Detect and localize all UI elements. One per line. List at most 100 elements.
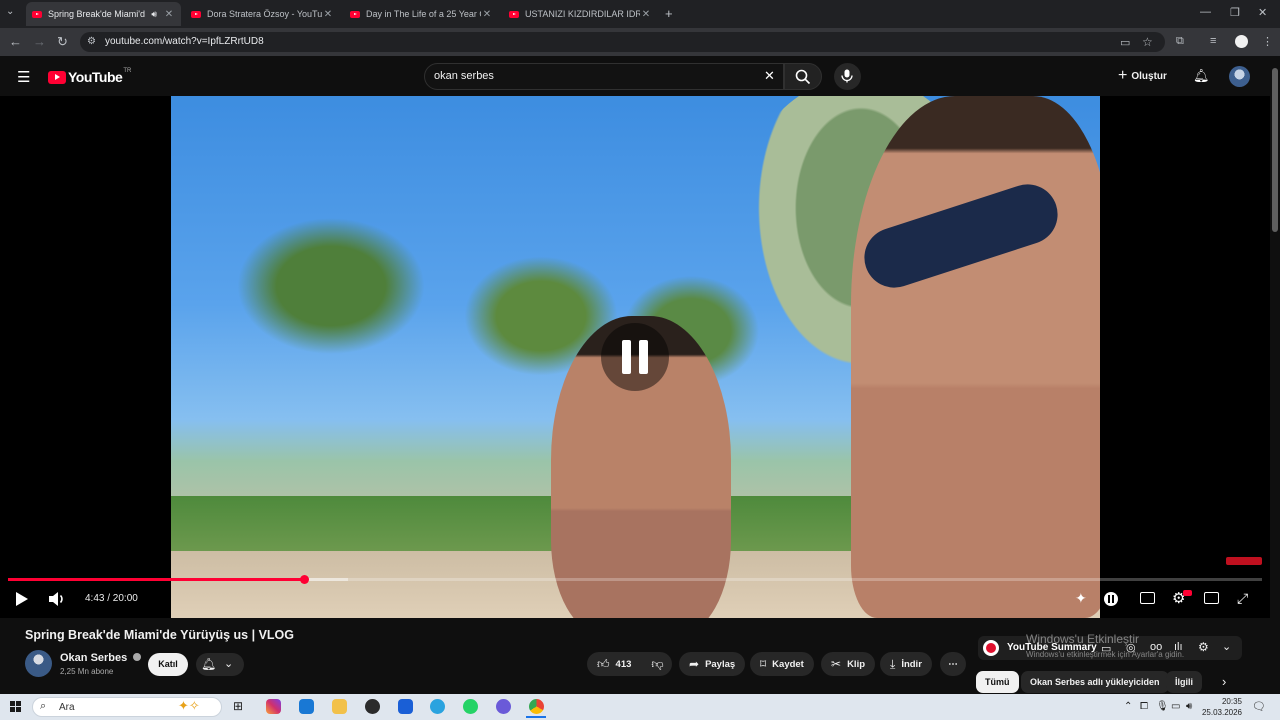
telegram-icon[interactable] [430,699,445,714]
taskbar-clock[interactable]: 20:35 25.03.2026 [1200,696,1242,718]
sparkle-decoration-icon: ✦✧ [178,698,200,713]
tab-3[interactable]: Day in The Life of a 25 Year Old ✕ [344,4,499,24]
hamburger-menu-icon[interactable]: ☰ [17,68,30,86]
restore-icon[interactable]: ❐ [1230,6,1240,19]
voice-search-button[interactable] [834,63,861,90]
ai-sparkle-icon[interactable]: ✦ [1075,590,1087,607]
youtube-favicon-icon [32,10,42,18]
window-close-icon[interactable]: ✕ [1258,6,1267,19]
chrome-icon[interactable] [529,699,544,714]
palm-tree [221,206,441,366]
channel-watermark [1226,557,1262,565]
progress-played [8,578,304,581]
close-icon[interactable]: ✕ [640,9,652,20]
youtube-logo[interactable]: YouTube TR [48,68,131,85]
minimize-icon[interactable]: — [1200,6,1211,18]
channel-avatar[interactable] [25,650,52,677]
summary-settings-icon[interactable]: ⚙ [1198,640,1209,654]
clip-button[interactable]: ✂ Klip [821,652,876,676]
download-button[interactable]: ⤓ İndir [880,652,932,676]
tray-chevron-up-icon[interactable]: ⌃ [1124,701,1132,712]
task-view-icon[interactable]: ⊞ [233,699,248,714]
like-count[interactable]: 413 [616,659,632,670]
instagram-icon[interactable] [266,699,281,714]
video-icon[interactable]: ▭ [1101,642,1111,655]
autoplay-toggle[interactable] [1104,592,1118,606]
new-tab-icon[interactable]: + [665,6,673,21]
volume-button[interactable] [48,591,66,612]
search-input[interactable]: okan serbes [434,70,494,82]
volume-icon [49,592,63,606]
whatsapp-icon[interactable] [463,699,478,714]
account-avatar[interactable] [1229,66,1250,87]
subscriber-count: 2,25 Mn abone [60,667,114,676]
download-icon: ⤓ [890,656,896,671]
app-icon[interactable] [365,699,380,714]
scrollbar-thumb[interactable] [1272,68,1278,232]
media-controls-icon[interactable]: ≡ [1210,35,1216,47]
extensions-icon[interactable]: ⧉ [1176,35,1184,48]
like-dislike-group: 👍︎ 413 👎︎ [587,652,672,676]
youtube-favicon-icon [191,10,201,18]
notifications-bell-icon[interactable]: 🔔︎ [1193,68,1210,84]
chevron-down-icon[interactable]: ⌄ [1222,640,1231,653]
video-title: Spring Break'de Miami'de Yürüyüş us | VL… [25,628,295,642]
back-icon[interactable]: ← [9,34,22,49]
globe-icon[interactable]: ◎ [1126,641,1136,654]
chevron-right-icon[interactable]: › [1222,674,1226,689]
audio-icon[interactable]: 🔊︎ [151,9,157,20]
tray-volume-icon[interactable]: 🔊︎ [1186,701,1192,712]
tray-mic-icon[interactable]: 🎙︎ [1156,701,1169,712]
dislike-icon[interactable]: 👎︎ [651,657,663,672]
tab-2[interactable]: Dora Stratera Özsoy - YouTube ✕ [185,4,340,24]
cast-icon[interactable]: ▭ [1120,36,1130,49]
tab-4[interactable]: USTANIZI KIZDIRDILAR IDRIS USTA ✕ [503,4,658,24]
play-icon [16,592,28,606]
forward-icon[interactable]: → [33,34,46,49]
chip-all[interactable]: Tümü [976,671,1019,693]
progress-scrubber[interactable] [300,575,309,584]
close-icon[interactable]: ✕ [163,9,175,20]
notification-center-icon[interactable]: 🗨︎ [1252,700,1266,713]
tray-display-icon[interactable]: ⧠ [1140,701,1148,712]
taskbar-search-label[interactable]: Ara [59,702,75,713]
browser-menu-icon[interactable]: ⋮ [1262,35,1273,48]
more-horizontal-icon: ⋯ [948,658,958,670]
app-blue-icon[interactable] [398,699,413,714]
subscription-bell-button[interactable]: 🔔︎ ⌄ [196,653,244,676]
tab-active[interactable]: Spring Break'de Miami'de Yürüyüş us | VL… [26,2,181,26]
clear-search-icon[interactable]: ✕ [764,68,775,84]
tray-network-icon[interactable]: ▭ [1171,701,1180,712]
site-info-icon[interactable]: ⚙ [87,36,96,47]
discord-icon[interactable] [496,699,511,714]
chip-related[interactable]: İlgili [1166,671,1202,693]
outlook-icon[interactable] [299,699,314,714]
save-button[interactable]: ⌑ Kaydet [750,652,814,676]
join-button[interactable]: Katıl [148,653,188,676]
reload-icon[interactable]: ↻ [57,34,68,50]
chip-from-uploader[interactable]: Okan Serbes adlı yükleyiciden [1021,671,1169,693]
create-button[interactable]: + Oluştur [1118,66,1167,86]
glasses-icon[interactable]: oo [1150,641,1162,653]
chevron-down-icon: ⌄ [224,658,234,670]
play-button[interactable] [15,591,29,612]
pause-overlay-icon[interactable] [601,323,669,391]
bell-icon: 🔔︎ [201,657,217,671]
close-icon[interactable]: ✕ [322,9,334,20]
more-actions-button[interactable]: ⋯ [940,652,966,676]
bookmark-star-icon[interactable]: ☆ [1142,35,1153,49]
fullscreen-icon[interactable]: ⤢ [1237,590,1248,607]
close-icon[interactable]: ✕ [481,9,493,20]
profile-icon[interactable] [1235,35,1248,48]
channel-name[interactable]: Okan Serbes [60,652,142,664]
share-button[interactable]: ➦ Paylaş [679,652,746,676]
search-button[interactable] [784,63,822,90]
file-explorer-icon[interactable] [332,699,347,714]
like-icon[interactable]: 👍︎ [597,657,610,672]
audio-wave-icon[interactable]: ılı [1174,641,1183,653]
subtitles-icon[interactable] [1140,592,1155,604]
tab-search-icon[interactable]: ⌄ [6,6,14,17]
windows-start-icon[interactable] [10,701,22,713]
url-text[interactable]: youtube.com/watch?v=IpfLZRrtUD8 [105,36,264,47]
miniplayer-icon[interactable] [1204,592,1219,604]
